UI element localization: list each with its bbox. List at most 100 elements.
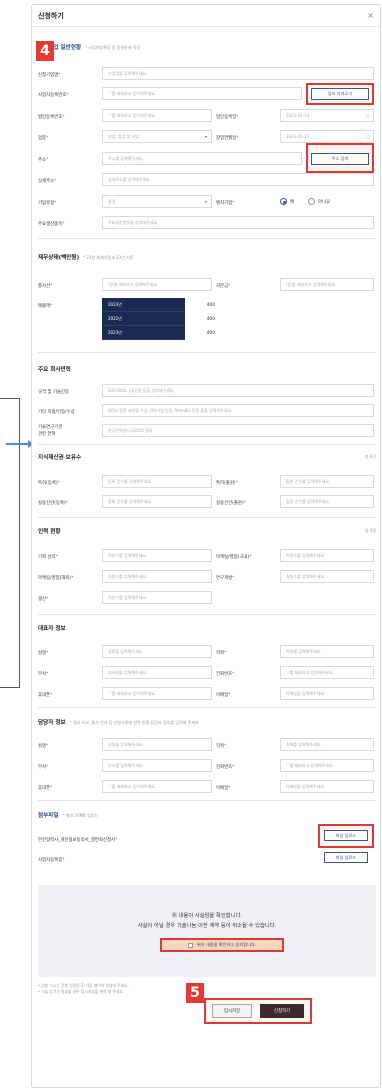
company-section: 신청기업 일반현황 * 사업자등록증 등 동일하게 작성 <box>38 43 376 51</box>
mgr-tel-label-row: 전화번호* <box>216 764 234 770</box>
sales-value-cell[interactable]: 400 <box>185 317 215 322</box>
mgr-dept-label-row: 부서* <box>38 764 48 770</box>
divider <box>38 614 376 615</box>
plan-staff-input[interactable]: 직원수를 입력해주세요. <box>102 549 212 562</box>
assets-input[interactable]: '원'을 제외하고 입력해주세요. <box>102 278 212 291</box>
other-cert-input[interactable]: OO부 장관 표창장 수상, OO기업 인증, MainBiz 인증 등을 입력… <box>102 404 374 417</box>
assets-label: 총자산* <box>38 284 53 289</box>
capital-input[interactable]: '원'을 제외하고 입력해주세요. <box>280 278 374 291</box>
manager-mobile-input[interactable]: '-'를 제외하고 입력해주세요. <box>102 780 212 793</box>
product-input[interactable]: 주요생산품목을 입력해주세요. <box>102 216 374 229</box>
temp-save-button[interactable]: 임시저장 <box>212 1004 252 1018</box>
venture-yes-radio[interactable]: 예 <box>280 198 294 205</box>
staff-section-title: 인력 현황 <box>38 529 61 535</box>
apply-button[interactable]: 신청하기 <box>260 1004 304 1018</box>
manager-name-label: 성명* <box>38 744 49 749</box>
mgr-mobile-label-row: 휴대폰* <box>38 785 52 791</box>
company-type-select[interactable]: 중견 <box>102 195 212 208</box>
venture-no-radio[interactable]: 아니요 <box>308 198 330 205</box>
manager-position-input[interactable]: 직위를 입력해주세요. <box>280 738 374 751</box>
capital-label-row: 자본금* <box>216 283 230 289</box>
manager-name-input[interactable]: 성명을 입력해주세요. <box>102 738 212 751</box>
company-type-label: 기업유형* <box>38 201 57 206</box>
corpdate-input[interactable]: 2023-01-23 <box>280 109 374 122</box>
production-input[interactable]: 직원수를 입력해주세요. <box>102 591 212 604</box>
ceo-email-input[interactable]: 이메일을 입력해주세요. <box>280 687 374 700</box>
address-input[interactable]: 주소를 검색해주세요. <box>102 152 302 165</box>
finance-section-title: 재무상태(백만원) * 23년 회계기준과 23년 기준 <box>38 253 376 261</box>
close-icon[interactable]: × <box>367 11 374 20</box>
sales-label-row: 매출액* <box>38 303 52 309</box>
files-section: 첨부파일 * 최대 20MB 업로드 <box>38 811 376 819</box>
rnd-label-row: 연구개발* <box>216 575 234 581</box>
files-subtitle: * 최대 20MB 업로드 <box>62 813 99 818</box>
address-search-button[interactable]: 주소 검색 <box>311 153 369 165</box>
market-overseas-input[interactable]: 직원수를 입력해주세요. <box>102 570 212 583</box>
sales-label: 매출액* <box>38 304 53 309</box>
name-label-row: 신청기업명* <box>38 72 60 78</box>
ceo-dept-label: 부서* <box>38 672 49 677</box>
cert-input[interactable]: ISO 0000, CE인증 등을 입력해주세요. <box>102 384 374 397</box>
ceo-mobile-input[interactable]: '-'를 제외하고 입력해주세요. <box>102 687 212 700</box>
note-line2: * 기술 추가가 필요할 경우 임시저장을 클릭 해 주세요. <box>38 989 125 994</box>
name-label: 신청기업명* <box>38 73 61 78</box>
market2-label-row: 마케팅/영업(해외)* <box>38 575 73 581</box>
ceo-name-input[interactable]: 성명을 입력해주세요. <box>102 645 212 658</box>
product-label-row: 주요생산품목* <box>38 221 64 227</box>
ceo-tel-input[interactable]: '-'를 제외하고 입력해주세요. <box>280 666 374 679</box>
founded-label-row: 창업연월일* <box>216 135 238 141</box>
manager-tel-input[interactable]: '-'를 제외하고 입력해주세요. <box>280 759 374 772</box>
manager-section: 담당자 정보 * 결과 도보, 행사 안내 등 신청사항에 연락 받을 담당자 … <box>38 718 376 726</box>
ceo-dept-input[interactable]: 부서명을 입력해주세요. <box>102 666 212 679</box>
patent-app-label-row: 특허(출원)* <box>216 480 238 486</box>
manager-dept-label: 부서* <box>38 765 49 770</box>
manager-email-label: 이메일* <box>216 786 231 791</box>
manager-subtitle: * 결과 도보, 행사 안내 등 신청사항에 연락 받을 담당자 정보를 입력해… <box>69 720 199 725</box>
company-section-title: 신청기업 일반현황 * 사업자등록증 등 동일하게 작성 <box>38 43 376 51</box>
corpno-input[interactable]: '-'를 제외하고 입력해주세요. <box>102 109 212 122</box>
patent-reg-input[interactable]: 등록 건수를 입력해주세요. <box>102 475 212 488</box>
utility-app-input[interactable]: 출원 건수를 입력해주세요. <box>280 495 374 508</box>
patent-app-input[interactable]: 출원 건수를 입력해주세요. <box>280 475 374 488</box>
modal-header: 신청하기 × <box>32 5 380 27</box>
lab-label-line2: 관련 연혁 <box>38 432 56 437</box>
manager-dept-input[interactable]: 부서를 입력해주세요. <box>102 759 212 772</box>
market-domestic-input[interactable]: 직원수를 입력해주세요. <box>280 549 374 562</box>
ceo-position-label: 직위* <box>216 651 227 656</box>
founded-date-input[interactable]: 2023-01-23 <box>280 130 374 143</box>
staff-section: 인력 현황 <box>38 527 376 535</box>
sales-value-cell[interactable]: 400 <box>185 331 215 336</box>
lab-label: 기술연구기관 관련 연혁 <box>38 424 62 438</box>
rnd-input[interactable]: 직원수를 입력해주세요. <box>280 570 374 583</box>
upload-file2-button[interactable]: 파일 업로드 <box>324 852 368 863</box>
sales-value-cell[interactable]: 400 <box>185 303 215 308</box>
patent-reg-label: 특허(등록)* <box>38 481 60 486</box>
finance-title-text: 재무상태(백만원) <box>38 255 80 261</box>
company-subtitle: * 사업자등록증 등 동일하게 작성 <box>85 45 141 50</box>
mgr-pos-label-row: 직위* <box>216 743 226 749</box>
industry-select[interactable]: 농업, 임업 및 어업 <box>102 130 212 143</box>
detail-address-input[interactable]: 상세주소를 입력해주세요. <box>102 173 374 186</box>
file1-row: 한전협력사_개인정보동의서_결연회신청서* <box>38 837 117 843</box>
type-label-row: 기업유형* <box>38 200 56 206</box>
confirm-line2: 사실이 아닐 경우 기술나눔 이전 계약 등이 취소될 수 있습니다. <box>137 923 277 929</box>
mgr-name-label-row: 성명* <box>38 743 48 749</box>
manager-email-input[interactable]: 이메일을 입력해주세요. <box>280 780 374 793</box>
ceo-position-input[interactable]: 직위를 입력해주세요. <box>280 645 374 658</box>
bizno-input[interactable]: '-'를 제외하고 입력해주세요. <box>102 87 302 100</box>
fetch-info-button[interactable]: 정보 가져오기 <box>311 88 369 100</box>
upload-file1-button[interactable]: 파일 업로드 <box>324 830 368 841</box>
venture-radio-group: 예 아니요 <box>280 198 330 205</box>
background-panel <box>0 398 20 688</box>
production-label: 생산* <box>38 597 49 602</box>
utility-reg-label: 실용신안(등록)* <box>38 501 68 506</box>
company-name-input[interactable]: 기업명을 입력해주세요. <box>102 67 374 80</box>
venture-yes-label: 예 <box>290 199 295 205</box>
ip-section: 지식재산권 보유수 <box>38 453 376 461</box>
sales-row: 2023년 400 <box>102 298 215 312</box>
agree-checkbox[interactable]: 위의 내용을 확인하고 동의합니다. <box>160 938 284 952</box>
file2-label: 사업자등록증* <box>38 858 65 863</box>
lab-input[interactable]: 한국전력공사 OOOO 협약 <box>102 424 374 437</box>
corpno-label: 법인등록번호* <box>38 115 65 120</box>
utility-reg-input[interactable]: 등록 건수를 입력해주세요. <box>102 495 212 508</box>
